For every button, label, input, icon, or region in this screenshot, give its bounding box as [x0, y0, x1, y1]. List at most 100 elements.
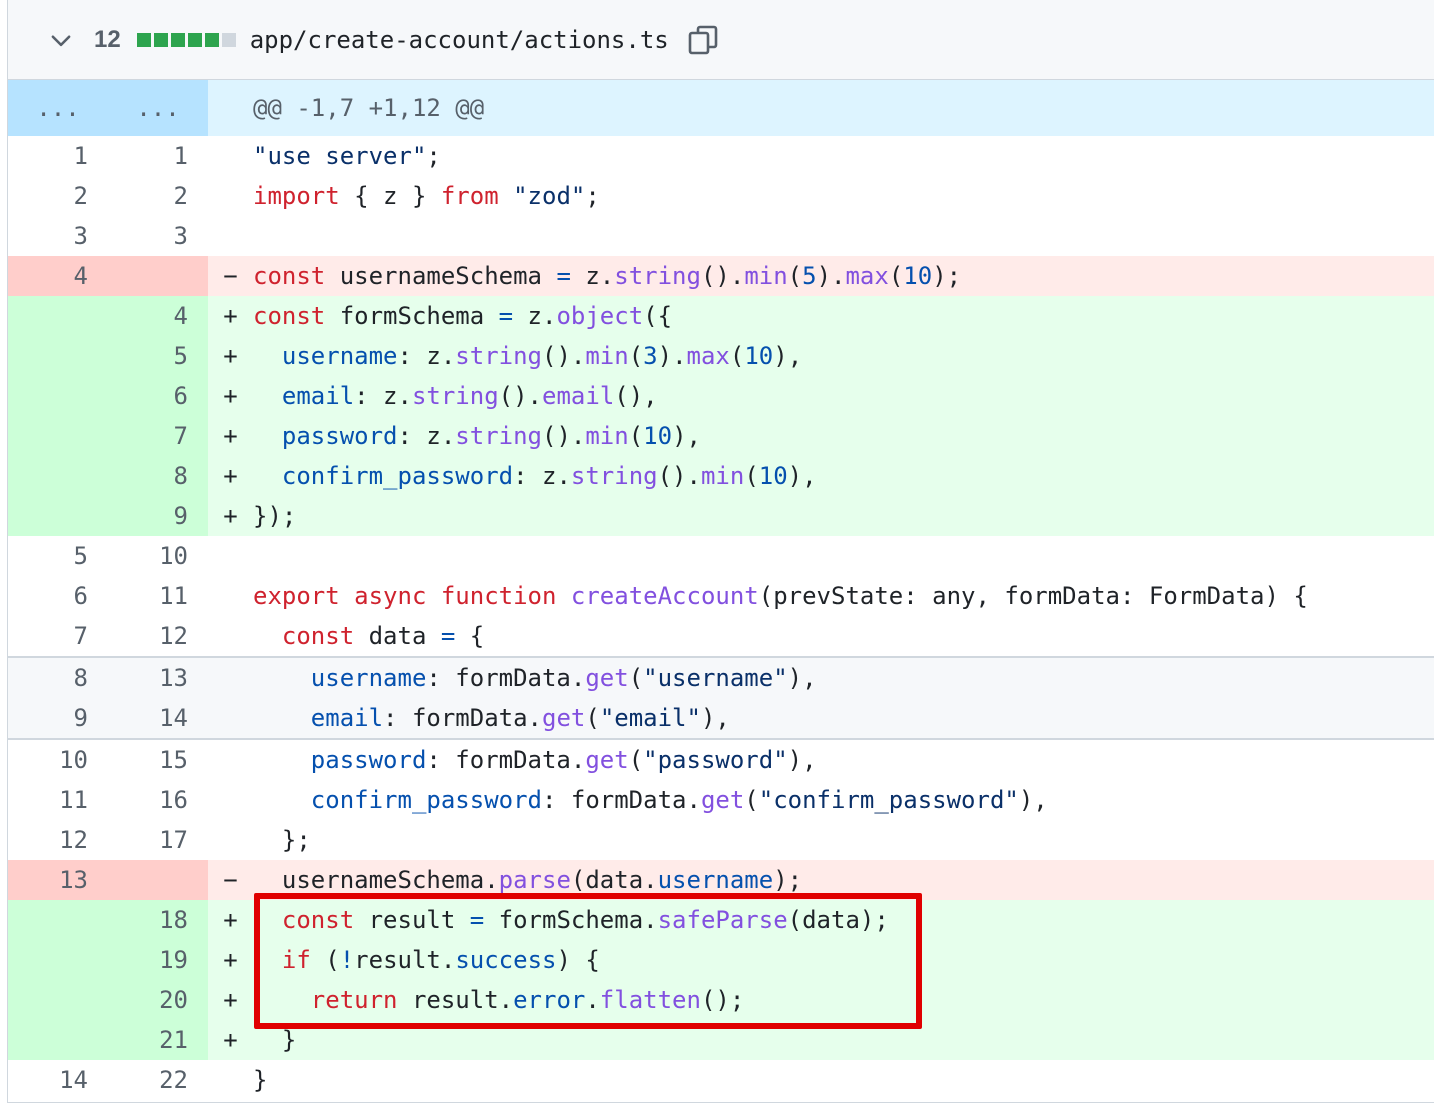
old-line-number[interactable]: 8: [8, 658, 108, 698]
new-line-number[interactable]: 14: [108, 698, 208, 738]
diff-line-context: 6 11 export async function createAccount(p…: [8, 576, 1434, 616]
new-line-number[interactable]: [108, 860, 208, 900]
diff-line-added: 9 +});: [8, 496, 1434, 536]
old-line-number[interactable]: 1: [8, 136, 108, 176]
expand-up-button[interactable]: ...: [8, 80, 108, 136]
old-line-number[interactable]: [8, 940, 108, 980]
chevron-down-icon[interactable]: [48, 27, 74, 53]
old-line-number[interactable]: [8, 416, 108, 456]
diff-marker: −: [223, 866, 238, 894]
diff-line-context: 2 2 import { z } from "zod";: [8, 176, 1434, 216]
code-text: const usernameSchema = z.string().min(5)…: [253, 262, 962, 290]
diff-line-added: 5 + username: z.string().min(3).max(10),: [8, 336, 1434, 376]
old-line-number[interactable]: [8, 456, 108, 496]
new-line-number[interactable]: 1: [108, 136, 208, 176]
diff-marker: +: [223, 302, 238, 330]
copy-icon[interactable]: [687, 24, 719, 56]
code-text: email: z.string().email(),: [281, 382, 658, 410]
old-line-number[interactable]: [8, 336, 108, 376]
new-line-number[interactable]: 7: [108, 416, 208, 456]
old-line-number[interactable]: [8, 900, 108, 940]
diff-file-container: 12 app/create-account/actions.ts ... ...…: [7, 0, 1434, 1103]
code-text: import { z } from "zod";: [253, 182, 600, 210]
new-line-number[interactable]: 17: [108, 820, 208, 860]
diff-line-context: 5 10: [8, 536, 1434, 576]
diff-marker: −: [223, 262, 238, 290]
new-line-number[interactable]: 11: [108, 576, 208, 616]
old-line-number[interactable]: [8, 980, 108, 1020]
hunk-header-row: ... ... @@ -1,7 +1,12 @@: [8, 80, 1434, 136]
old-line-number[interactable]: 4: [8, 256, 108, 296]
old-line-number[interactable]: [8, 376, 108, 416]
old-line-number[interactable]: 9: [8, 698, 108, 738]
diff-line-added: 6 + email: z.string().email(),: [8, 376, 1434, 416]
new-line-number[interactable]: 20: [108, 980, 208, 1020]
diff-line-added: 20 + return result.error.flatten();: [8, 980, 1434, 1020]
diff-marker: +: [223, 1026, 238, 1054]
new-line-number[interactable]: 8: [108, 456, 208, 496]
diffstat-square: [170, 32, 185, 47]
diffstat-square: [204, 32, 219, 47]
diff-line-removed: 4 − const usernameSchema = z.string().min(…: [8, 256, 1434, 296]
diff-line-added: 18 + const result = formSchema.safeParse(…: [8, 900, 1434, 940]
code-text: email: formData.get("email"),: [310, 704, 730, 732]
old-line-number[interactable]: 2: [8, 176, 108, 216]
diff-line-added: 19 + if (!result.success) {: [8, 940, 1434, 980]
expand-down-button[interactable]: ...: [108, 80, 208, 136]
old-line-number[interactable]: 12: [8, 820, 108, 860]
old-line-number[interactable]: [8, 296, 108, 336]
old-line-number[interactable]: 14: [8, 1060, 108, 1100]
code-text: if (!result.success) {: [281, 946, 600, 974]
new-line-number[interactable]: 22: [108, 1060, 208, 1100]
new-line-number[interactable]: 18: [108, 900, 208, 940]
new-line-number[interactable]: 13: [108, 658, 208, 698]
new-line-number[interactable]: 12: [108, 616, 208, 656]
code-text: confirm_password: formData.get("confirm_…: [310, 786, 1048, 814]
diff-marker: +: [223, 502, 238, 530]
diff-line-context: 14 22}: [8, 1060, 1434, 1100]
code-text: const formSchema = z.object({: [253, 302, 673, 330]
new-line-number[interactable]: 4: [108, 296, 208, 336]
code-text: }: [253, 1026, 297, 1054]
diff-marker: +: [223, 382, 238, 410]
diff-marker: +: [223, 906, 238, 934]
new-line-number[interactable]: 16: [108, 780, 208, 820]
code-text: password: z.string().min(10),: [281, 422, 701, 450]
old-line-number[interactable]: [8, 496, 108, 536]
diff-lines: 1 1 "use server"; 2 2 import { z } from "zod"…: [8, 136, 1434, 1100]
new-line-number[interactable]: 2: [108, 176, 208, 216]
old-line-number[interactable]: 13: [8, 860, 108, 900]
new-line-number[interactable]: 5: [108, 336, 208, 376]
diff-line-added: 8 + confirm_password: z.string().min(10),: [8, 456, 1434, 496]
new-line-number[interactable]: 19: [108, 940, 208, 980]
new-line-number[interactable]: 10: [108, 536, 208, 576]
old-line-number[interactable]: 3: [8, 216, 108, 256]
old-line-number[interactable]: 11: [8, 780, 108, 820]
diff-line-context: 1 1 "use server";: [8, 136, 1434, 176]
old-line-number[interactable]: 7: [8, 616, 108, 656]
diff-line-context: 10 15 password: formData.get("password"),: [8, 738, 1434, 780]
old-line-number[interactable]: 5: [8, 536, 108, 576]
diffstat-square: [221, 32, 236, 47]
new-line-number[interactable]: 6: [108, 376, 208, 416]
code-text: username: formData.get("username"),: [310, 664, 817, 692]
new-line-number[interactable]: 15: [108, 740, 208, 780]
diff-marker: +: [223, 422, 238, 450]
file-path[interactable]: app/create-account/actions.ts: [250, 26, 669, 54]
diff-marker: +: [223, 986, 238, 1014]
new-line-number[interactable]: 3: [108, 216, 208, 256]
diff-marker: +: [223, 946, 238, 974]
new-line-number[interactable]: 9: [108, 496, 208, 536]
old-line-number[interactable]: [8, 1020, 108, 1060]
code-text: password: formData.get("password"),: [310, 746, 817, 774]
diffstat-square: [136, 32, 151, 47]
changes-count: 12: [94, 25, 121, 53]
old-line-number[interactable]: 6: [8, 576, 108, 616]
new-line-number[interactable]: 21: [108, 1020, 208, 1060]
old-line-number[interactable]: 10: [8, 740, 108, 780]
code-text: export async function createAccount(prev…: [253, 582, 1308, 610]
code-text: "use server";: [253, 142, 441, 170]
diff-line-context: 12 17 };: [8, 820, 1434, 860]
diffstat-square: [187, 32, 202, 47]
new-line-number[interactable]: [108, 256, 208, 296]
